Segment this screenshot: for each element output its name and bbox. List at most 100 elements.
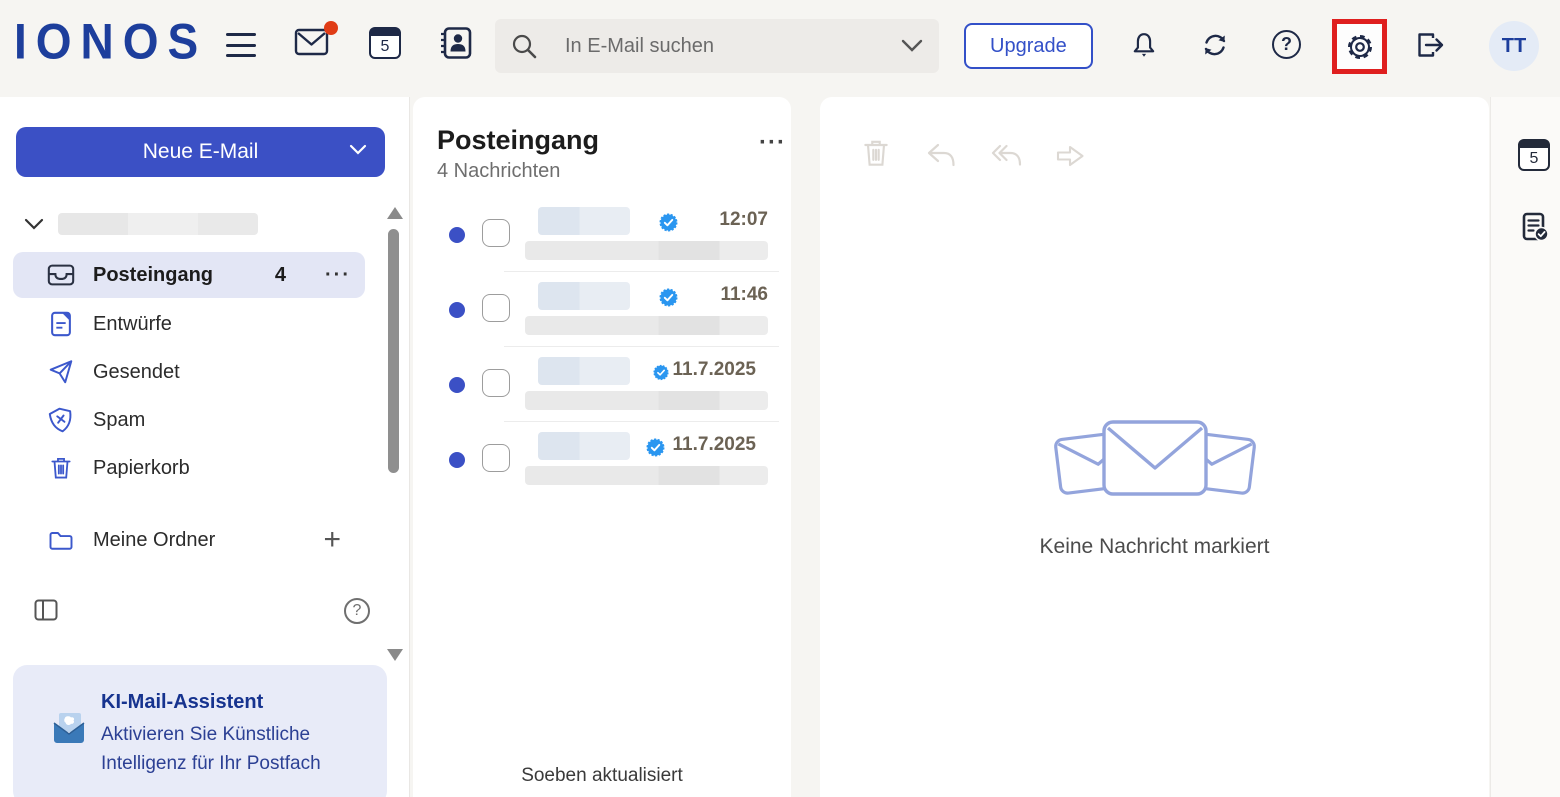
compose-dropdown-chevron-icon[interactable]: [349, 144, 367, 156]
ai-mail-icon: [51, 711, 87, 750]
top-bar: IONOS 5 Upgrade: [0, 0, 1560, 97]
message-row[interactable]: 11:46: [413, 272, 791, 347]
folder-label: Posteingang: [93, 264, 213, 287]
folder-label: Papierkorb: [93, 457, 190, 480]
ionos-webmail-app: IONOS 5 Upgrade: [0, 0, 1560, 797]
sidebar-item-meine-ordner[interactable]: Meine Ordner +: [13, 517, 365, 563]
message-time: 11.7.2025: [672, 359, 756, 381]
folder-unread-count: 4: [275, 264, 286, 287]
ionos-logo[interactable]: IONOS: [14, 12, 207, 70]
forward-icon[interactable]: [1053, 142, 1087, 175]
message-list-panel: Posteingang 4 Nachrichten ··· 12:07 11:4…: [413, 97, 791, 797]
subject-redacted: [525, 241, 768, 260]
mini-calendar-date: 5: [1520, 149, 1548, 169]
account-expand-chevron-icon[interactable]: [24, 218, 44, 231]
folder-sidebar: Neue E-Mail Posteingang 4 ··· Entwürfe: [0, 97, 410, 797]
message-list-title: Posteingang: [437, 125, 599, 156]
contacts-module-icon[interactable]: [438, 26, 474, 65]
message-checkbox[interactable]: [482, 369, 510, 397]
list-options-icon[interactable]: ···: [759, 129, 786, 157]
sender-redacted: [538, 432, 630, 460]
new-email-label: Neue E-Mail: [143, 140, 259, 164]
calendar-date-number: 5: [371, 37, 399, 57]
message-time: 11:46: [684, 284, 768, 306]
mail-module-icon[interactable]: [294, 27, 336, 61]
hamburger-menu-icon[interactable]: [226, 33, 256, 57]
inbox-icon: [46, 261, 76, 289]
upgrade-button[interactable]: Upgrade: [964, 23, 1093, 69]
folder-label: Meine Ordner: [93, 529, 215, 552]
notifications-bell-icon[interactable]: [1129, 29, 1159, 66]
tasks-icon[interactable]: [1520, 211, 1550, 248]
folder-label: Entwürfe: [93, 313, 172, 336]
verified-sender-badge-icon: [659, 213, 678, 232]
sidebar-scrollbar[interactable]: [387, 203, 400, 663]
message-row[interactable]: 12:07: [413, 197, 791, 272]
sender-redacted: [538, 282, 630, 310]
folder-label: Spam: [93, 409, 145, 432]
search-options-chevron-icon[interactable]: [901, 39, 923, 53]
logout-icon[interactable]: [1415, 30, 1447, 65]
new-email-button[interactable]: Neue E-Mail: [16, 127, 385, 177]
sidebar-item-spam[interactable]: Spam: [13, 397, 365, 443]
sidebar-item-entwuerfe[interactable]: Entwürfe: [13, 301, 365, 347]
sidebar-item-papierkorb[interactable]: Papierkorb: [13, 445, 365, 491]
unread-dot: [449, 227, 465, 243]
add-folder-icon[interactable]: +: [323, 525, 341, 555]
spam-shield-icon: [46, 406, 76, 434]
empty-state-illustration: [820, 415, 1489, 512]
message-row[interactable]: 11.7.2025: [413, 347, 791, 422]
collapse-sidebar-icon[interactable]: [34, 599, 58, 626]
empty-state-text: Keine Nachricht markiert: [820, 535, 1489, 559]
search-icon: [511, 33, 537, 59]
refresh-status-text: Soeben aktualisiert: [413, 765, 791, 787]
subject-redacted: [525, 466, 768, 485]
help-icon[interactable]: ?: [1272, 30, 1301, 59]
message-checkbox[interactable]: [482, 294, 510, 322]
ai-assistant-card[interactable]: KI-Mail-Assistent Aktivieren Sie Künstli…: [13, 665, 387, 797]
message-checkbox[interactable]: [482, 444, 510, 472]
refresh-sync-icon[interactable]: [1200, 30, 1230, 65]
sidebar-item-gesendet[interactable]: Gesendet: [13, 349, 365, 395]
message-count-subtitle: 4 Nachrichten: [437, 160, 560, 183]
sender-redacted: [538, 207, 630, 235]
subject-redacted: [525, 316, 768, 335]
reply-all-icon[interactable]: [988, 141, 1024, 174]
user-avatar[interactable]: TT: [1489, 21, 1539, 71]
scroll-down-arrow[interactable]: [387, 649, 403, 661]
sent-icon: [46, 358, 76, 386]
calendar-module-icon[interactable]: 5: [369, 27, 401, 59]
verified-sender-badge-icon: [659, 288, 678, 307]
right-rail: 5: [1490, 97, 1560, 797]
message-time: 12:07: [684, 209, 768, 231]
mini-calendar-icon[interactable]: 5: [1518, 139, 1550, 171]
delete-message-icon[interactable]: [860, 137, 892, 174]
folder-options-icon[interactable]: ···: [325, 264, 351, 287]
sender-redacted: [538, 357, 630, 385]
account-name-redacted: [58, 213, 258, 235]
unread-dot: [449, 452, 465, 468]
subject-redacted: [525, 391, 768, 410]
reply-icon[interactable]: [924, 141, 958, 174]
settings-gear-icon[interactable]: [1343, 30, 1377, 64]
settings-highlight-box: [1332, 19, 1387, 74]
search-bar[interactable]: [495, 19, 939, 73]
folder-icon: [46, 526, 76, 554]
trash-icon: [46, 454, 76, 482]
unread-indicator-dot: [324, 21, 338, 35]
sidebar-help-icon[interactable]: ?: [344, 598, 370, 624]
folder-label: Gesendet: [93, 361, 180, 384]
account-row[interactable]: [24, 213, 258, 235]
unread-dot: [449, 377, 465, 393]
scroll-up-arrow[interactable]: [387, 207, 403, 219]
search-input[interactable]: [565, 35, 901, 58]
reading-pane: Keine Nachricht markiert: [820, 97, 1489, 797]
sidebar-item-posteingang[interactable]: Posteingang 4 ···: [13, 252, 365, 298]
unread-dot: [449, 302, 465, 318]
scrollbar-thumb[interactable]: [388, 229, 399, 473]
message-row[interactable]: 11.7.2025: [413, 422, 791, 497]
message-checkbox[interactable]: [482, 219, 510, 247]
ai-assistant-description: Aktivieren Sie Künstliche Intelligenz fü…: [101, 720, 367, 779]
message-time: 11.7.2025: [672, 434, 756, 456]
verified-sender-badge-icon: [646, 438, 665, 457]
